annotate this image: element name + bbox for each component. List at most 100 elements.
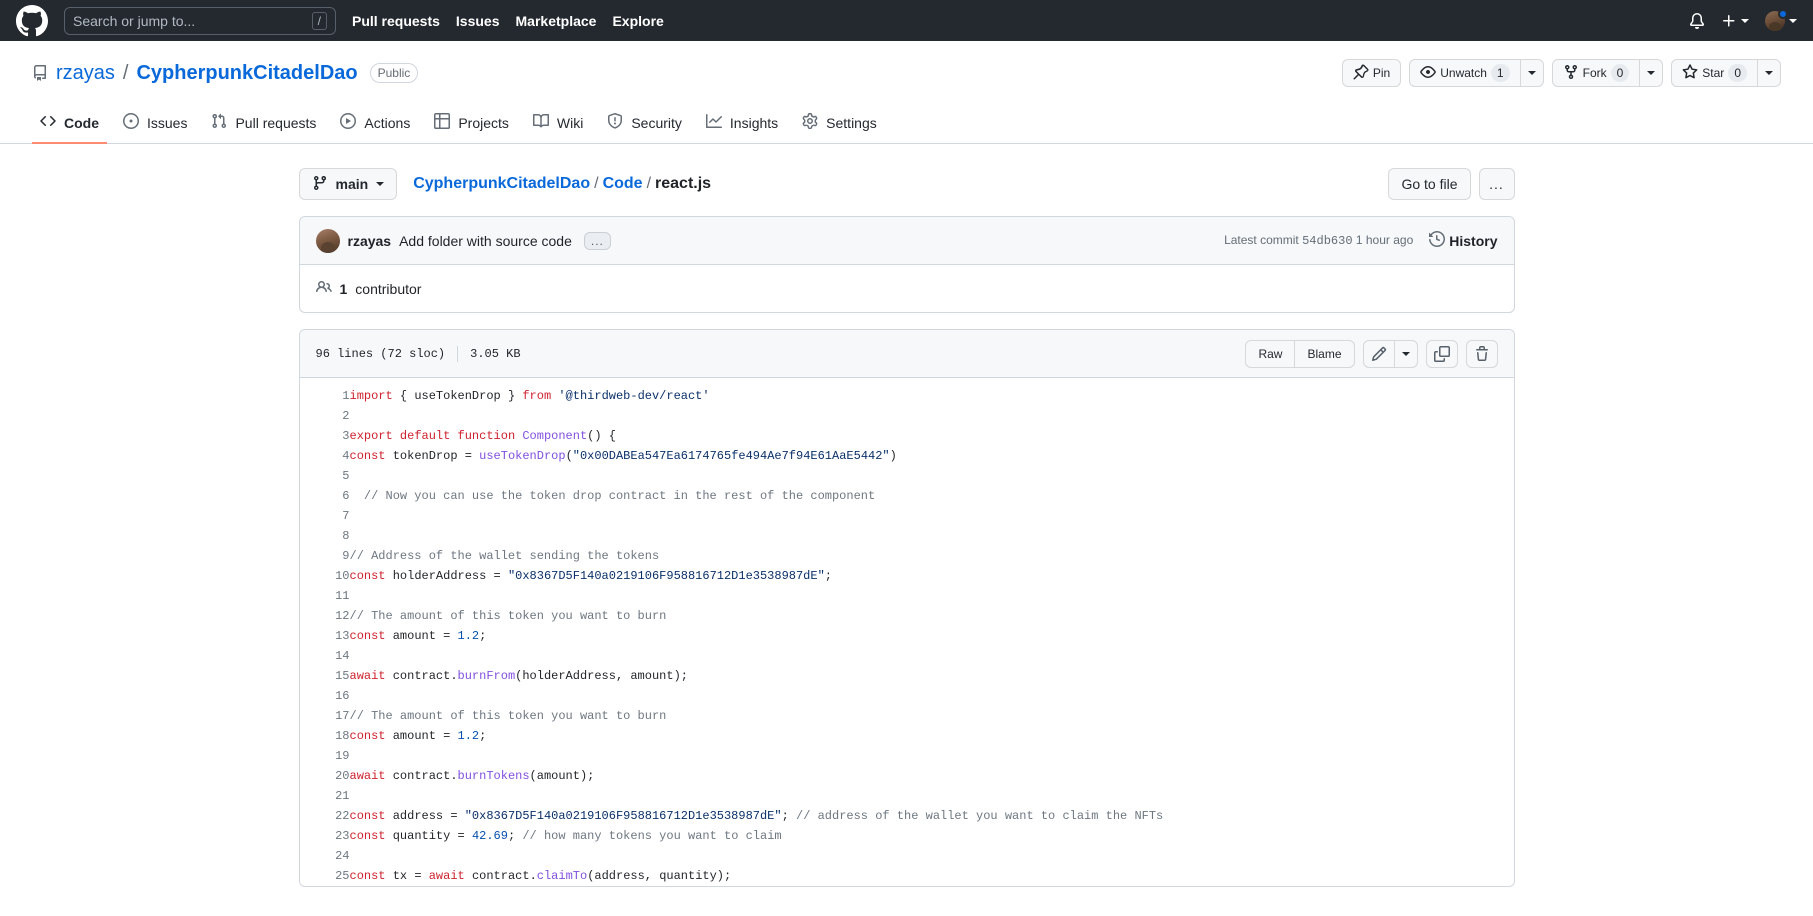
line-content[interactable]: const amount = 1.2; [350,726,1514,746]
line-content[interactable]: const amount = 1.2; [350,626,1514,646]
line-content[interactable]: await contract.burnFrom(holderAddress, a… [350,666,1514,686]
tab-pull-requests[interactable]: Pull requests [203,105,324,144]
line-number[interactable]: 21 [300,786,349,806]
line-content[interactable] [350,686,1514,706]
avatar[interactable] [315,228,340,253]
line-content[interactable] [350,526,1514,546]
plus-icon[interactable] [1721,13,1737,29]
chevron-down-icon[interactable] [1741,18,1749,23]
line-number[interactable]: 22 [300,806,349,826]
line-content[interactable]: // The amount of this token you want to … [350,706,1514,726]
line-content[interactable]: const quantity = 42.69; // how many toke… [350,826,1514,846]
breadcrumb-repo[interactable]: CypherpunkCitadelDao [413,175,590,193]
breadcrumb-folder[interactable]: Code [603,175,643,193]
line-number[interactable]: 25 [300,866,349,886]
tab-security[interactable]: Security [599,105,690,144]
tab-wiki[interactable]: Wiki [525,105,591,144]
chevron-down-icon[interactable] [1393,339,1418,368]
line-content[interactable]: // Address of the wallet sending the tok… [350,546,1514,566]
line-number[interactable]: 15 [300,666,349,686]
line-number[interactable]: 10 [300,566,349,586]
line-content[interactable]: export default function Component() { [350,426,1514,446]
line-content[interactable] [350,646,1514,666]
commit-expand-button[interactable]: ... [583,231,611,250]
kebab-horizontal-icon[interactable]: ... [1478,168,1515,200]
nav-explore[interactable]: Explore [612,13,663,29]
unwatch-button[interactable]: Unwatch 1 [1409,59,1520,87]
line-content[interactable] [350,506,1514,526]
line-number[interactable]: 20 [300,766,349,786]
line-content[interactable]: const tx = await contract.claimTo(addres… [350,866,1514,886]
star-button[interactable]: Star 0 [1671,59,1757,87]
trash-icon[interactable] [1465,339,1498,368]
line-content[interactable]: const tokenDrop = useTokenDrop("0x00DABE… [350,446,1514,466]
go-to-file-button[interactable]: Go to file [1388,168,1471,200]
line-number[interactable]: 9 [300,546,349,566]
tab-settings[interactable]: Settings [794,105,885,144]
line-content[interactable] [350,466,1514,486]
line-number[interactable]: 19 [300,746,349,766]
line-number[interactable]: 14 [300,646,349,666]
bell-icon[interactable] [1689,12,1705,29]
copy-icon[interactable] [1425,339,1458,368]
tab-insights[interactable]: Insights [698,105,786,144]
line-number[interactable]: 17 [300,706,349,726]
line-content[interactable]: const holderAddress = "0x8367D5F140a0219… [350,566,1514,586]
line-content[interactable]: const address = "0x8367D5F140a0219106F95… [350,806,1514,826]
line-number[interactable]: 5 [300,466,349,486]
fork-button[interactable]: Fork 0 [1551,59,1640,87]
user-menu[interactable] [1765,8,1797,31]
fork-dropdown-button[interactable] [1639,59,1664,87]
github-mark-icon[interactable] [16,4,48,37]
code-viewer[interactable]: 1 import { useTokenDrop } from '@thirdweb… [299,378,1514,886]
chevron-down-icon[interactable] [1789,18,1797,23]
line-content[interactable]: import { useTokenDrop } from '@thirdweb-… [350,386,1514,406]
create-new-menu[interactable] [1721,13,1749,29]
raw-button[interactable]: Raw [1245,339,1296,368]
nav-pull-requests[interactable]: Pull requests [352,13,440,29]
line-number[interactable]: 6 [300,486,349,506]
line-content[interactable] [350,846,1514,866]
line-number[interactable]: 13 [300,626,349,646]
latest-commit-row: rzayas Add folder with source code ... L… [299,217,1514,265]
line-content[interactable]: await contract.burnTokens(amount); [350,766,1514,786]
nav-issues[interactable]: Issues [456,13,500,29]
history-link[interactable]: History [1429,230,1498,250]
line-content[interactable] [350,786,1514,806]
line-number[interactable]: 16 [300,686,349,706]
line-content[interactable] [350,586,1514,606]
line-number[interactable]: 24 [300,846,349,866]
commit-sha[interactable]: 54db630 [1302,234,1352,248]
repo-owner-link[interactable]: rzayas [56,62,115,85]
branch-selector[interactable]: main [298,168,398,200]
line-number[interactable]: 11 [300,586,349,606]
search-input[interactable]: Search or jump to... / [64,6,336,35]
tab-projects[interactable]: Projects [426,105,517,144]
line-content[interactable]: // Now you can use the token drop contra… [350,486,1514,506]
line-number[interactable]: 23 [300,826,349,846]
repo-name-link[interactable]: CypherpunkCitadelDao [136,62,357,85]
commit-message[interactable]: Add folder with source code [399,233,572,249]
tab-actions[interactable]: Actions [332,105,418,144]
watch-dropdown-button[interactable] [1519,59,1544,87]
line-number[interactable]: 2 [300,406,349,426]
nav-marketplace[interactable]: Marketplace [516,13,597,29]
line-number[interactable]: 3 [300,426,349,446]
line-content[interactable] [350,746,1514,766]
tab-issues[interactable]: Issues [115,105,195,144]
line-number[interactable]: 4 [300,446,349,466]
line-number[interactable]: 7 [300,506,349,526]
line-number[interactable]: 8 [300,526,349,546]
tab-code[interactable]: Code [32,105,107,144]
pencil-icon[interactable] [1362,339,1394,368]
pin-button[interactable]: Pin [1341,59,1402,87]
line-number[interactable]: 12 [300,606,349,626]
line-content[interactable] [350,406,1514,426]
blame-button[interactable]: Blame [1295,339,1355,368]
contributors-row[interactable]: 1 contributor [300,265,1514,312]
commit-author-link[interactable]: rzayas [348,233,392,249]
line-number[interactable]: 1 [300,386,349,406]
star-dropdown-button[interactable] [1757,59,1781,87]
line-content[interactable]: // The amount of this token you want to … [350,606,1514,626]
line-number[interactable]: 18 [300,726,349,746]
